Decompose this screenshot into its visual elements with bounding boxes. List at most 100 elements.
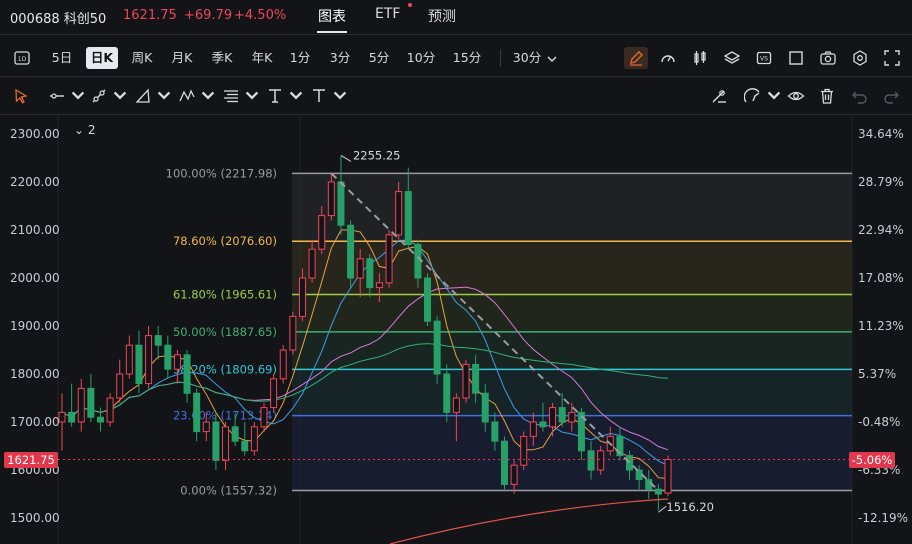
top-bar: 000688 科创50 1621.75 +69.79 +4.50% 图表 ETF… bbox=[0, 0, 912, 34]
expand-icon[interactable] bbox=[882, 48, 902, 68]
tf-yearly[interactable]: 年K bbox=[246, 47, 278, 69]
line-tool[interactable] bbox=[48, 86, 87, 106]
candle-body bbox=[279, 349, 287, 380]
candle-body bbox=[347, 224, 355, 279]
fib-label: 0.00% (1557.32) bbox=[180, 483, 277, 497]
tf-daily[interactable]: 日K bbox=[86, 47, 118, 69]
magnet-icon[interactable] bbox=[710, 86, 728, 106]
y-left-tick-label: 2100.00 bbox=[10, 223, 60, 237]
candle-body bbox=[289, 315, 297, 351]
tf-15min[interactable]: 15分 bbox=[450, 47, 484, 69]
candle-body bbox=[125, 344, 133, 375]
tab-etf[interactable]: ETF bbox=[375, 6, 400, 22]
y-left-tick-label: 1700.00 bbox=[10, 415, 60, 429]
tf-weekly[interactable]: 周K bbox=[126, 47, 158, 69]
tf-30min[interactable]: 30分 bbox=[510, 47, 544, 69]
drawing-mode-icon[interactable] bbox=[744, 86, 783, 106]
candle-body bbox=[529, 421, 537, 437]
y-left-tick-label: 2000.00 bbox=[10, 271, 60, 285]
y-left-tick-label: 2200.00 bbox=[10, 175, 60, 189]
candle-body bbox=[135, 344, 143, 385]
tab-chart[interactable]: 图表 bbox=[318, 6, 346, 26]
draw-pen-icon[interactable] bbox=[624, 47, 648, 69]
undo-icon[interactable] bbox=[851, 86, 869, 106]
candle-body bbox=[404, 191, 412, 245]
cursor-tool[interactable] bbox=[12, 86, 30, 106]
fib-label: 61.80% (1965.61) bbox=[173, 288, 277, 302]
tf-5d[interactable]: 5日 bbox=[48, 47, 76, 69]
etf-notify-dot bbox=[408, 3, 412, 7]
tab-forecast[interactable]: 预测 bbox=[428, 6, 456, 26]
tf-quarterly[interactable]: 季K bbox=[206, 47, 238, 69]
tf-10min[interactable]: 10分 bbox=[404, 47, 438, 69]
candle-body bbox=[308, 248, 316, 279]
layers-icon[interactable] bbox=[722, 48, 742, 68]
fib-label: 100.00% (2217.98) bbox=[166, 166, 277, 180]
y-right-tick-label: 22.94% bbox=[858, 223, 904, 237]
candle-body bbox=[500, 440, 508, 485]
candle-body bbox=[491, 421, 499, 442]
triangle-tool[interactable] bbox=[134, 86, 173, 106]
candle-body bbox=[395, 191, 403, 236]
candle-body bbox=[433, 320, 441, 375]
candle-body bbox=[452, 397, 460, 413]
candle-body bbox=[356, 258, 364, 279]
candle-body bbox=[318, 215, 326, 250]
fullscreen-box-icon[interactable] bbox=[786, 48, 806, 68]
candle-body bbox=[260, 407, 268, 428]
candle-body bbox=[327, 181, 335, 217]
gear-icon[interactable] bbox=[850, 48, 870, 68]
current-price-tag: 1621.75 bbox=[4, 452, 58, 468]
candle-style-icon[interactable] bbox=[690, 48, 710, 68]
y-left-tick-label: 1800.00 bbox=[10, 367, 60, 381]
text-tool[interactable] bbox=[266, 86, 305, 106]
tf-1min[interactable]: 1分 bbox=[286, 47, 314, 69]
candle-body bbox=[145, 335, 153, 385]
candle-body bbox=[443, 373, 451, 413]
compare-icon[interactable]: VS bbox=[754, 48, 774, 68]
toolbar-divider bbox=[500, 49, 501, 67]
candle-body bbox=[193, 392, 201, 433]
candle-body bbox=[597, 450, 605, 471]
svg-text:1D: 1D bbox=[18, 56, 27, 63]
y-right-tick-label: -12.19% bbox=[858, 511, 908, 525]
candle-body bbox=[481, 392, 489, 423]
y-left-tick-label: 1900.00 bbox=[10, 319, 60, 333]
candle-body bbox=[164, 344, 172, 370]
tf-monthly[interactable]: 月K bbox=[166, 47, 198, 69]
candle-body bbox=[385, 234, 393, 284]
tf-5min[interactable]: 5分 bbox=[365, 47, 393, 69]
candle-body bbox=[68, 411, 76, 423]
low-leader bbox=[658, 505, 667, 513]
candle-body bbox=[654, 488, 662, 495]
y-right-tick-label: 5.37% bbox=[858, 367, 896, 381]
header-divider bbox=[0, 34, 912, 35]
fib-label: 78.60% (2076.60) bbox=[173, 234, 277, 248]
chevron-down-icon[interactable] bbox=[542, 49, 562, 69]
fib-zone bbox=[292, 294, 852, 332]
fib-zone bbox=[292, 331, 852, 370]
collapse-indicator[interactable]: ⌄ 2 bbox=[74, 123, 96, 137]
candle-body bbox=[231, 426, 239, 442]
candle-body bbox=[87, 387, 95, 418]
camera-icon[interactable] bbox=[818, 48, 838, 68]
candle-body bbox=[212, 421, 220, 461]
eye-icon[interactable] bbox=[787, 86, 805, 106]
tf-3min[interactable]: 3分 bbox=[326, 47, 354, 69]
candle-body bbox=[424, 277, 432, 322]
y-right-tick-label: 34.64% bbox=[858, 127, 904, 141]
fib-tool[interactable] bbox=[222, 86, 261, 106]
current-pct-tag: -5.06% bbox=[849, 452, 895, 468]
y-right-tick-label: 11.23% bbox=[858, 319, 904, 333]
text-note-tool[interactable] bbox=[310, 86, 349, 106]
trash-icon[interactable] bbox=[818, 86, 836, 106]
high-label: 2255.25 bbox=[353, 148, 401, 162]
pattern-tool[interactable] bbox=[178, 86, 217, 106]
indicator-count: 2 bbox=[87, 123, 96, 137]
ray-tool[interactable] bbox=[90, 86, 129, 106]
kline-chart[interactable]: 100.00% (2217.98) 78.60% (2076.60) 61.80% … bbox=[0, 115, 912, 544]
speedometer-icon[interactable] bbox=[658, 48, 678, 68]
last-price: 1621.75 bbox=[123, 8, 177, 23]
one-day-icon[interactable]: 1D bbox=[12, 48, 32, 68]
redo-icon[interactable] bbox=[882, 86, 900, 106]
